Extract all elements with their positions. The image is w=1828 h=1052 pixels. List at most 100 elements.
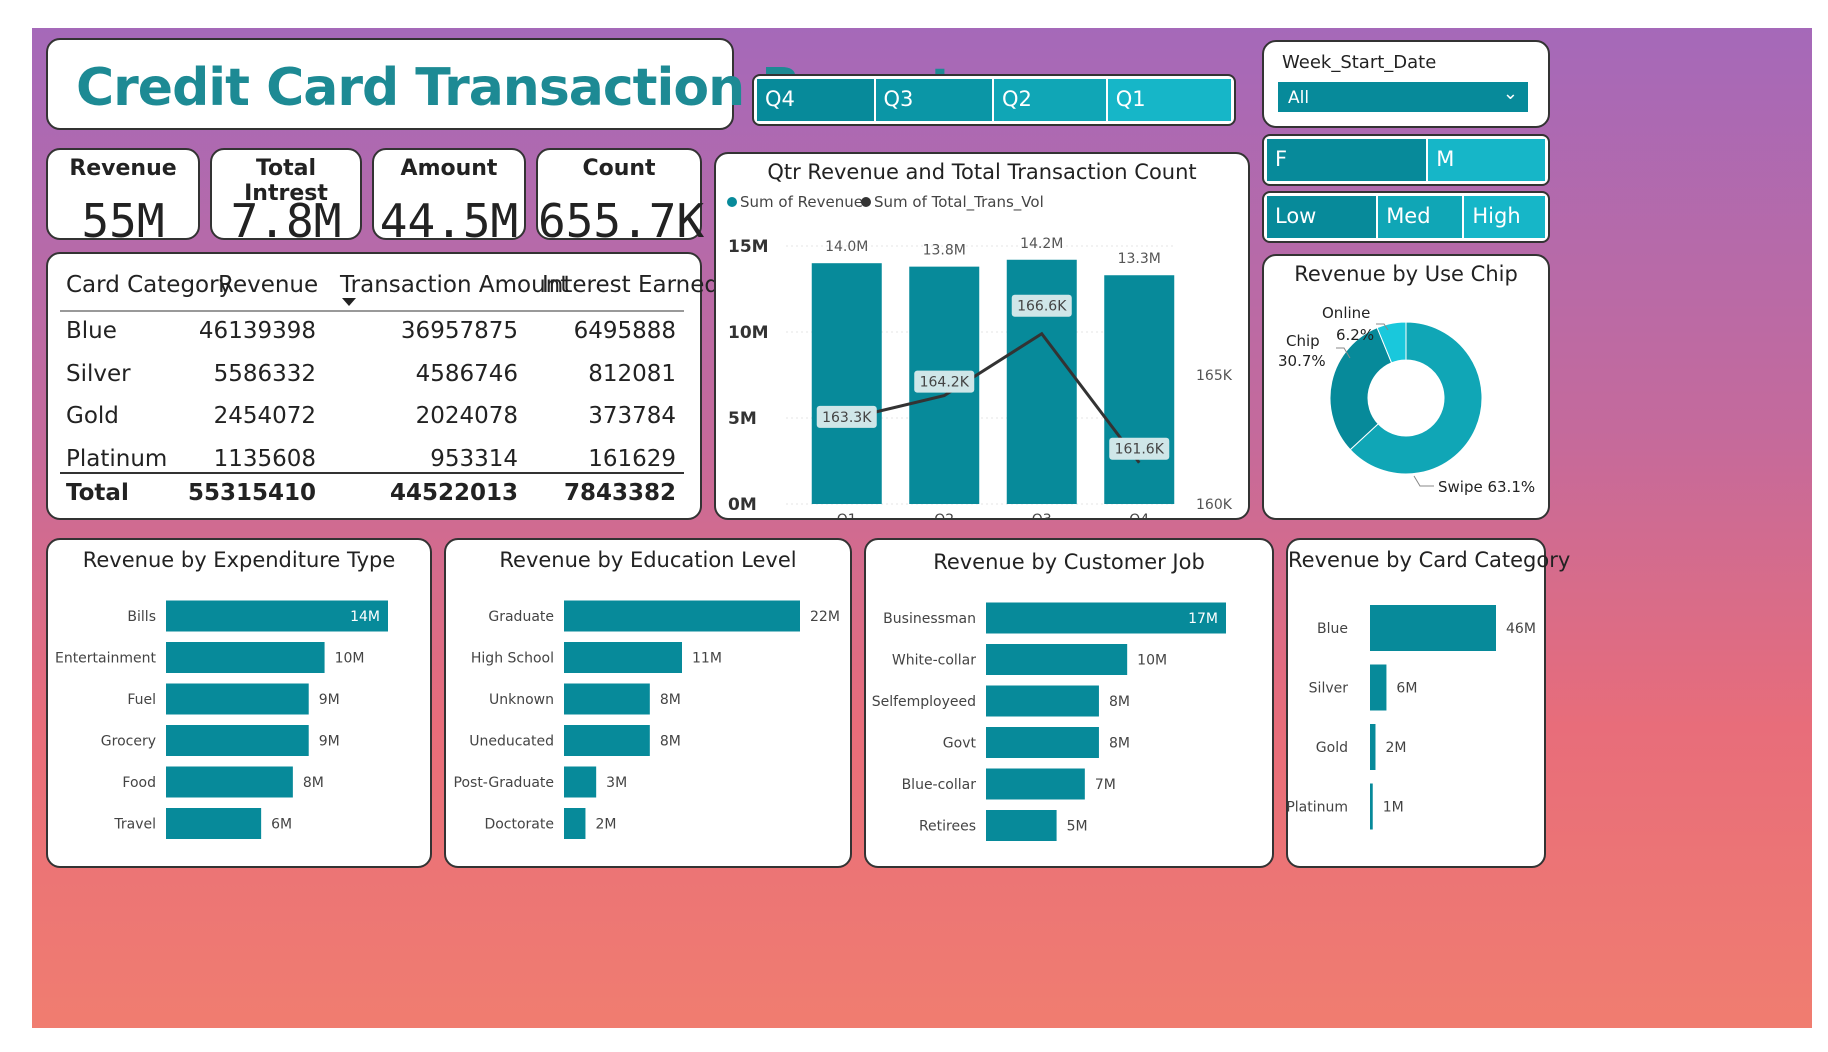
bar[interactable]: [166, 642, 325, 673]
table-row[interactable]: Blue 46139398 36957875 6495888: [48, 318, 700, 358]
bar[interactable]: [986, 727, 1099, 758]
bar-data-label: 9M: [319, 692, 340, 708]
income-slicer: Low Med High: [1262, 191, 1550, 243]
table-header-revenue[interactable]: Revenue: [218, 272, 318, 298]
bar-data-label: 14.2M: [1020, 236, 1063, 252]
bar[interactable]: [986, 644, 1128, 675]
week-dropdown[interactable]: All ⌄: [1278, 82, 1528, 112]
y-tick-label: Platinum: [1288, 800, 1348, 816]
bar[interactable]: [564, 808, 586, 839]
slicer-q2[interactable]: Q2: [994, 79, 1108, 121]
cell-interest: 812081: [588, 361, 676, 387]
y-tick-label: Post-Graduate: [454, 775, 554, 791]
kpi-label: Revenue: [69, 156, 177, 181]
card-category-chart-card: Revenue by Card Category Blue 46M Silver 6M…: [1286, 538, 1570, 868]
table-row[interactable]: Silver 5586332 4586746 812081: [48, 361, 700, 401]
table-header-card-category[interactable]: Card Category: [66, 272, 232, 298]
bar[interactable]: [1370, 724, 1376, 770]
chevron-down-icon: ⌄: [1502, 83, 1518, 104]
slicer-q4[interactable]: Q4: [757, 79, 876, 121]
cell-category: Blue: [66, 318, 117, 344]
x-tick-label: Q1: [837, 512, 857, 518]
slicer-income-low[interactable]: Low: [1267, 196, 1379, 238]
bar[interactable]: [564, 683, 650, 715]
chart-title: Revenue by Use Chip: [1294, 262, 1518, 286]
total-revenue: 55315410: [187, 480, 316, 506]
bar-data-label: 8M: [660, 692, 681, 708]
bar[interactable]: [986, 685, 1099, 717]
cell-interest: 6495888: [573, 318, 676, 344]
bar[interactable]: [166, 808, 262, 839]
y-tick-label: Silver: [1309, 681, 1349, 697]
bar-data-label: 6M: [1396, 681, 1417, 697]
line-data-label: 164.2K: [920, 375, 970, 391]
table-row[interactable]: Gold 2454072 2024078 373784: [48, 403, 700, 443]
bar[interactable]: [564, 642, 682, 673]
use-chip-chart-card: Revenue by Use Chip Swipe 63.1% Chip 30.7%…: [1262, 254, 1550, 520]
cell-revenue: 2454072: [213, 403, 316, 429]
kpi-label: Amount: [400, 156, 498, 181]
table-header-interest-earned[interactable]: Interest Earned: [542, 272, 719, 298]
bar[interactable]: [564, 600, 800, 632]
sort-desc-icon[interactable]: [342, 298, 356, 306]
week-slicer-label: Week_Start_Date: [1282, 52, 1437, 73]
bar[interactable]: [1370, 664, 1387, 711]
expenditure-chart-card: Revenue by Expenditure Type Bills 14M Ente…: [46, 538, 432, 868]
use-chip-donut: Swipe 63.1% Chip 30.7% Online 6.2%: [1278, 304, 1535, 496]
chart-title: Revenue by Expenditure Type: [82, 548, 396, 572]
slicer-q1[interactable]: Q1: [1107, 79, 1231, 121]
table-total-divider: [60, 472, 684, 474]
card-category-table: Card Category Revenue Transaction Amount…: [46, 252, 719, 520]
slicer-income-high[interactable]: High: [1464, 196, 1545, 238]
bar[interactable]: [166, 725, 309, 756]
y-tick-label: 10M: [728, 323, 769, 343]
bar-data-label: 1M: [1383, 800, 1404, 816]
chart-title: Qtr Revenue and Total Transaction Count: [767, 160, 1197, 184]
bar[interactable]: [1370, 783, 1373, 830]
customer-job-bar-chart: Businessman 17M White-collar 10M Selfemploye…: [872, 602, 1226, 841]
chart-title: Revenue by Education Level: [499, 548, 797, 572]
y-tick-label: High School: [471, 651, 554, 667]
y2-tick-label: 160K: [1196, 497, 1233, 513]
expenditure-bar-chart: Bills 14M Entertainment 10M Fuel 9M Grocery 9M F…: [55, 600, 388, 839]
cell-amount: 2024078: [415, 403, 518, 429]
dashboard-canvas: Credit Card Transaction Report Q4 Q3 Q2 …: [32, 28, 1812, 1028]
bar[interactable]: [166, 766, 293, 798]
y-tick-label: Businessman: [883, 611, 976, 627]
slice-label-swipe: Swipe 63.1%: [1438, 478, 1535, 496]
bar[interactable]: [564, 725, 650, 756]
bar-data-label: 14M: [350, 609, 380, 625]
cell-category: Silver: [66, 361, 131, 387]
bar[interactable]: [1370, 605, 1496, 651]
qtr-combo-chart: Sum of Revenue Sum of Total_Trans_Vol 0M…: [727, 193, 1233, 518]
bar[interactable]: [986, 768, 1085, 800]
bar-data-label: 5M: [1067, 819, 1088, 835]
bar-data-label: 8M: [1109, 694, 1130, 710]
bar[interactable]: [166, 683, 309, 715]
y-tick-label: White-collar: [892, 653, 976, 669]
y-tick-label: 5M: [728, 409, 757, 429]
kpi-revenue: Revenue 55M: [46, 148, 200, 248]
bar[interactable]: [564, 766, 597, 798]
y-tick-label: Retirees: [919, 819, 976, 835]
cell-interest: 161629: [588, 446, 676, 472]
slicer-gender-m[interactable]: M: [1428, 139, 1545, 181]
revenue-bar[interactable]: [811, 263, 882, 504]
cell-category: Gold: [66, 403, 119, 429]
kpi-value: 55M: [81, 194, 165, 248]
table-header-transaction-amount[interactable]: Transaction Amount: [340, 272, 569, 298]
education-chart-card: Revenue by Education Level Graduate 22M Hi…: [444, 538, 852, 868]
bar-data-label: 10M: [335, 651, 365, 667]
y-tick-label: Govt: [943, 736, 977, 752]
slicer-income-med[interactable]: Med: [1378, 196, 1465, 238]
slicer-gender-f[interactable]: F: [1267, 139, 1429, 181]
revenue-bar[interactable]: [1104, 275, 1175, 504]
y-tick-label: Grocery: [101, 734, 156, 750]
slice-label-chip-name: Chip: [1286, 332, 1320, 350]
y-tick-label: Graduate: [488, 609, 554, 625]
y-tick-label: Food: [122, 775, 156, 791]
bar[interactable]: [986, 810, 1057, 841]
legend-trans-vol-label: Sum of Total_Trans_Vol: [874, 193, 1044, 212]
slicer-q3[interactable]: Q3: [875, 79, 994, 121]
trans-vol-line[interactable]: [846, 331, 1141, 464]
